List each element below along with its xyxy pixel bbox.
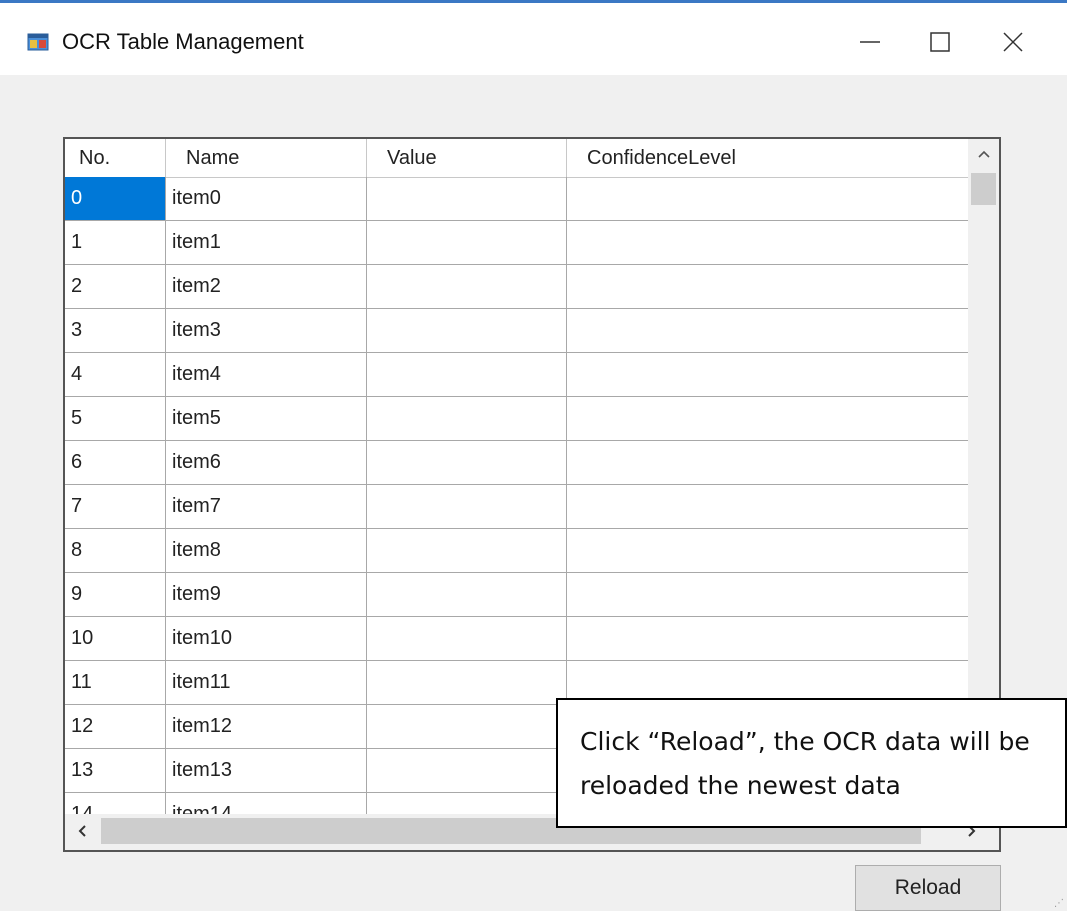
cell-name[interactable]: item13 bbox=[166, 749, 367, 792]
cell-confidence[interactable] bbox=[567, 441, 970, 484]
cell-confidence[interactable] bbox=[567, 529, 970, 572]
vertical-scroll-thumb[interactable] bbox=[971, 173, 996, 205]
cell-no[interactable]: 2 bbox=[65, 265, 166, 308]
close-icon bbox=[1002, 31, 1024, 53]
cell-name[interactable]: item0 bbox=[166, 177, 367, 220]
cell-value[interactable] bbox=[367, 749, 567, 792]
reload-button[interactable]: Reload bbox=[855, 865, 1001, 911]
table-row[interactable]: 10 item10 bbox=[65, 617, 970, 661]
cell-no[interactable]: 0 bbox=[65, 177, 166, 220]
annotation-callout: Click “Reload”, the OCR data will be rel… bbox=[556, 698, 1067, 828]
table-row[interactable]: 4 item4 bbox=[65, 353, 970, 397]
cell-confidence[interactable] bbox=[567, 177, 970, 220]
cell-confidence[interactable] bbox=[567, 485, 970, 528]
cell-name[interactable]: item9 bbox=[166, 573, 367, 616]
title-bar[interactable]: OCR Table Management bbox=[0, 3, 1067, 75]
maximize-button[interactable] bbox=[905, 6, 975, 78]
cell-confidence[interactable] bbox=[567, 397, 970, 440]
resize-grip-icon[interactable]: ⋰ bbox=[1054, 898, 1064, 909]
close-button[interactable] bbox=[978, 6, 1048, 78]
column-header-confidence[interactable]: ConfidenceLevel bbox=[567, 139, 970, 177]
chevron-up-icon bbox=[977, 146, 991, 164]
cell-no[interactable]: 7 bbox=[65, 485, 166, 528]
cell-confidence[interactable] bbox=[567, 221, 970, 264]
cell-value[interactable] bbox=[367, 705, 567, 748]
cell-value[interactable] bbox=[367, 793, 567, 814]
cell-value[interactable] bbox=[367, 529, 567, 572]
chevron-left-icon bbox=[77, 821, 87, 844]
table-row[interactable]: 3 item3 bbox=[65, 309, 970, 353]
cell-no[interactable]: 1 bbox=[65, 221, 166, 264]
scroll-up-button[interactable] bbox=[968, 139, 999, 171]
cell-no[interactable]: 8 bbox=[65, 529, 166, 572]
cell-value[interactable] bbox=[367, 177, 567, 220]
cell-name[interactable]: item5 bbox=[166, 397, 367, 440]
cell-value[interactable] bbox=[367, 441, 567, 484]
maximize-icon bbox=[929, 31, 951, 53]
cell-name[interactable]: item1 bbox=[166, 221, 367, 264]
cell-name[interactable]: item2 bbox=[166, 265, 367, 308]
cell-no[interactable]: 11 bbox=[65, 661, 166, 704]
cell-no[interactable]: 4 bbox=[65, 353, 166, 396]
cell-no[interactable]: 9 bbox=[65, 573, 166, 616]
cell-name[interactable]: item11 bbox=[166, 661, 367, 704]
app-window-icon bbox=[27, 31, 49, 53]
cell-no[interactable]: 14 bbox=[65, 793, 166, 814]
cell-value[interactable] bbox=[367, 265, 567, 308]
scroll-left-button[interactable] bbox=[65, 814, 99, 850]
minimize-icon bbox=[859, 31, 881, 53]
cell-value[interactable] bbox=[367, 617, 567, 660]
cell-name[interactable]: item10 bbox=[166, 617, 367, 660]
cell-confidence[interactable] bbox=[567, 573, 970, 616]
cell-confidence[interactable] bbox=[567, 309, 970, 352]
cell-name[interactable]: item8 bbox=[166, 529, 367, 572]
cell-value[interactable] bbox=[367, 353, 567, 396]
cell-no[interactable]: 13 bbox=[65, 749, 166, 792]
table-row[interactable]: 8 item8 bbox=[65, 529, 970, 573]
cell-name[interactable]: item3 bbox=[166, 309, 367, 352]
cell-name[interactable]: item4 bbox=[166, 353, 367, 396]
cell-no[interactable]: 5 bbox=[65, 397, 166, 440]
table-row[interactable]: 7 item7 bbox=[65, 485, 970, 529]
cell-value[interactable] bbox=[367, 309, 567, 352]
cell-no[interactable]: 10 bbox=[65, 617, 166, 660]
cell-confidence[interactable] bbox=[567, 617, 970, 660]
cell-name[interactable]: item14 bbox=[166, 793, 367, 814]
minimize-button[interactable] bbox=[835, 6, 905, 78]
cell-no[interactable]: 6 bbox=[65, 441, 166, 484]
cell-value[interactable] bbox=[367, 485, 567, 528]
cell-no[interactable]: 12 bbox=[65, 705, 166, 748]
cell-no[interactable]: 3 bbox=[65, 309, 166, 352]
window-title: OCR Table Management bbox=[62, 29, 304, 54]
table-row[interactable]: 9 item9 bbox=[65, 573, 970, 617]
column-header-no[interactable]: No. bbox=[65, 139, 166, 177]
cell-confidence[interactable] bbox=[567, 353, 970, 396]
table-row[interactable]: 2 item2 bbox=[65, 265, 970, 309]
table-row[interactable]: 0 item0 bbox=[65, 177, 970, 221]
cell-name[interactable]: item7 bbox=[166, 485, 367, 528]
table-row[interactable]: 6 item6 bbox=[65, 441, 970, 485]
table-row[interactable]: 5 item5 bbox=[65, 397, 970, 441]
table-row[interactable]: 1 item1 bbox=[65, 221, 970, 265]
cell-name[interactable]: item6 bbox=[166, 441, 367, 484]
cell-value[interactable] bbox=[367, 221, 567, 264]
cell-confidence[interactable] bbox=[567, 265, 970, 308]
column-header-name[interactable]: Name bbox=[166, 139, 367, 177]
cell-name[interactable]: item12 bbox=[166, 705, 367, 748]
cell-value[interactable] bbox=[367, 397, 567, 440]
grid-header: No. Name Value ConfidenceLevel bbox=[65, 139, 970, 178]
column-header-value[interactable]: Value bbox=[367, 139, 567, 177]
cell-value[interactable] bbox=[367, 661, 567, 704]
cell-value[interactable] bbox=[367, 573, 567, 616]
